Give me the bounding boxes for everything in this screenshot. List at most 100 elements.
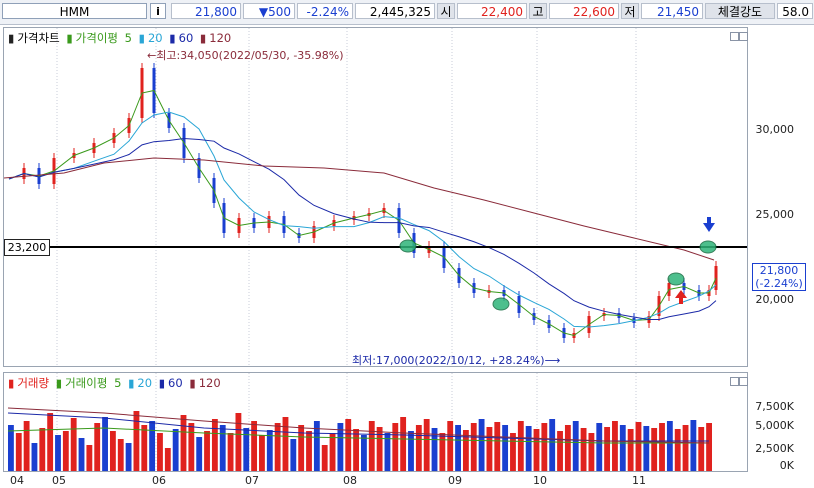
volume-bar-45 <box>361 435 367 471</box>
volume-bar-15 <box>125 443 132 471</box>
low-price: 21,450 <box>641 3 703 19</box>
volume-bar-40 <box>321 445 328 471</box>
volume-bar-67 <box>533 429 540 471</box>
volume-bar-51 <box>408 431 414 471</box>
volume-legend-ma5: 5 <box>114 376 122 390</box>
volume-bar-26 <box>211 419 218 471</box>
price-legend-title: 가격차트 <box>17 31 60 45</box>
high-label: 고 <box>529 3 547 19</box>
volume-bar-36 <box>290 439 297 471</box>
volume-bar-50 <box>400 417 407 471</box>
volume-bar-37 <box>298 425 305 471</box>
volume-bar-31 <box>251 421 258 471</box>
price-chart-canvas <box>4 28 747 366</box>
volume-bar-63 <box>502 425 509 471</box>
x-label-06: 06 <box>152 474 166 487</box>
open-price: 22,400 <box>457 3 527 19</box>
volume-bar-62 <box>494 422 501 471</box>
volume-legend-title: 거래량 <box>17 376 50 390</box>
current-price-box: 21,800 (-2.24%) <box>752 263 806 291</box>
volume-bar-14 <box>117 439 124 471</box>
volume-bar-22 <box>180 415 187 471</box>
volume-legend-ma60: 60 <box>168 376 183 390</box>
open-label: 시 <box>437 3 455 19</box>
volume-bar-16 <box>133 411 140 471</box>
pane-minimize-icon[interactable] <box>730 32 739 41</box>
volume-bar-81 <box>643 426 650 471</box>
x-label-11: 11 <box>632 474 646 487</box>
volume-bar-18 <box>149 421 156 471</box>
volume-bar-41 <box>329 433 336 471</box>
hline-price-label[interactable]: 23,200 <box>4 239 50 256</box>
volume-bar-84 <box>666 421 673 471</box>
volume-bar-85 <box>674 429 681 471</box>
volume-bar-6 <box>55 435 61 471</box>
price-legend-ma20: 20 <box>147 31 163 45</box>
volume-bar-11 <box>94 423 101 471</box>
volume-pane-minimize-icon[interactable] <box>730 377 739 386</box>
volume-bar-74 <box>588 433 595 471</box>
price-change-pct: -2.24% <box>297 3 353 19</box>
volume-pane-close-icon[interactable] <box>739 377 748 386</box>
volume-bar-7 <box>62 431 69 471</box>
price-legend-ma60-marker: ▮ <box>169 31 176 45</box>
x-label-07: 07 <box>245 474 259 487</box>
price-legend-ma-marker: ▮ <box>66 31 73 45</box>
high-annotation: ←최고:34,050(2022/05/30, -35.98%) <box>147 49 344 62</box>
volume-tick-5000k: 5,000K <box>755 419 794 432</box>
blue-down-arrow-icon <box>703 223 715 232</box>
volume-bar-47 <box>376 427 383 471</box>
volume-bar-53 <box>423 419 430 471</box>
ticker-input[interactable]: HMM <box>2 3 147 19</box>
quote-bar: HMM i 21,800 ▼500 -2.24% 2,445,325 시 22,… <box>0 0 814 25</box>
volume-bar-29 <box>235 413 242 471</box>
price-legend-ma5: 5 <box>124 31 132 45</box>
price-chart-pane[interactable]: ▮ 가격차트 ▮ 가격이평 5 ▮ 20 ▮ 60 ▮ 120 ←최고:34,050(20… <box>3 27 748 367</box>
volume-bar-82 <box>651 428 658 471</box>
volume-bar-43 <box>345 419 352 471</box>
blue-down-arrow-stem-icon <box>707 217 711 224</box>
volume-bar-88 <box>698 427 705 471</box>
signal-oval-2 <box>667 272 685 286</box>
volume-bar-59 <box>470 423 477 471</box>
info-button[interactable]: i <box>150 3 166 19</box>
price-ma5-line <box>8 89 717 337</box>
volume-bar-79 <box>627 429 634 471</box>
volume-tick-2500k: 2,500K <box>755 442 794 455</box>
volume-bar-78 <box>619 425 626 471</box>
price-axis: 30,000 25,000 20,000 <box>748 27 814 367</box>
current-price-axis-label: 21,800 <box>759 264 799 277</box>
red-up-arrow-stem-icon <box>679 298 683 304</box>
volume-bar-35 <box>282 417 289 471</box>
volume-bar-72 <box>572 421 579 471</box>
volume-bar-28 <box>227 433 234 471</box>
volume-bar-55 <box>439 433 446 471</box>
x-label-04: 04 <box>10 474 24 487</box>
volume-bar-25 <box>204 431 210 471</box>
volume-bar-5 <box>47 413 54 471</box>
volume-bar-3 <box>31 443 38 471</box>
volume-bar-27 <box>219 425 226 471</box>
x-label-09: 09 <box>448 474 462 487</box>
volume-bar-44 <box>353 429 359 471</box>
volume-legend-marker: ▮ <box>8 376 15 390</box>
volume-chart-pane[interactable]: ▮ 거래량 ▮ 거래이평 5 ▮ 20 ▮ 60 ▮ 120 <box>3 372 748 472</box>
volume-bar-34 <box>274 423 281 471</box>
low-annotation: 최저:17,000(2022/10/12, +28.24%)⟶ <box>352 354 561 367</box>
volume-legend-ma60-marker: ▮ <box>158 376 166 390</box>
pane-close-icon[interactable] <box>739 32 748 41</box>
strength-value: 58.0 <box>777 3 813 19</box>
red-up-arrow-icon <box>675 290 687 298</box>
volume-bar-21 <box>172 429 179 471</box>
current-change-axis-label: (-2.24%) <box>755 277 803 290</box>
volume-bar-65 <box>517 421 524 471</box>
high-price: 22,600 <box>549 3 619 19</box>
volume-bar-76 <box>604 427 611 471</box>
strength-label: 체결강도 <box>705 3 775 19</box>
volume-bar-17 <box>141 425 148 471</box>
volume-bar-57 <box>455 425 461 471</box>
signal-oval-1 <box>492 297 510 311</box>
volume-bar-2 <box>23 421 30 471</box>
volume-bar-10 <box>86 445 93 471</box>
price-change: ▼500 <box>243 3 295 19</box>
